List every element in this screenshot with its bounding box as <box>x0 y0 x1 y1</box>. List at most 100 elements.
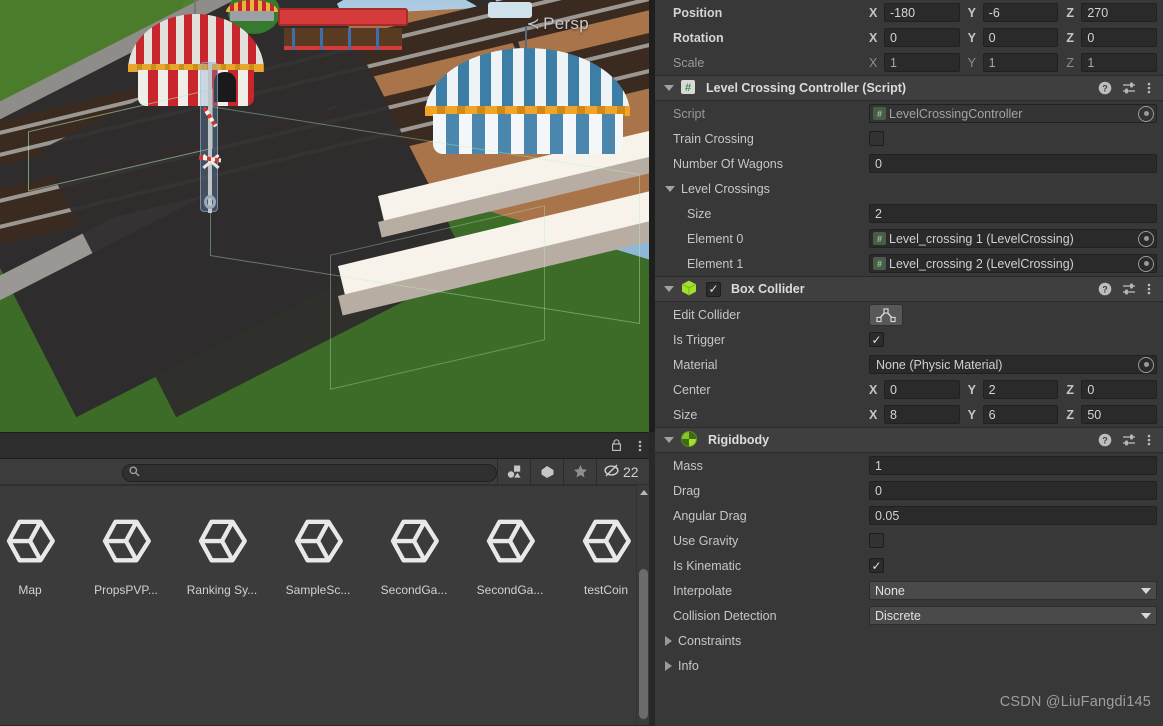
box-collider-component-header[interactable]: ✓ Box Collider? <box>655 276 1163 302</box>
kebab-menu-icon[interactable] <box>1147 282 1151 296</box>
size-z-input[interactable]: 50 <box>1081 405 1158 424</box>
help-icon[interactable]: ? <box>1098 282 1112 296</box>
preset-icon[interactable] <box>1122 81 1137 95</box>
search-input[interactable] <box>122 463 497 482</box>
foldout-info[interactable]: Info <box>655 653 1163 678</box>
axis-label-x: X <box>869 30 878 45</box>
persp-text: Persp <box>543 14 589 33</box>
transform-scale-x-input[interactable]: 1 <box>884 53 960 72</box>
angular-drag-input[interactable]: 0.05 <box>869 506 1157 525</box>
use-gravity-checkbox[interactable] <box>869 533 884 548</box>
transform-position-x-input[interactable]: -180 <box>884 3 960 22</box>
field-row-element-0: Element 0 # Level_crossing 1 (LevelCrossin… <box>655 226 1163 251</box>
chevron-down-icon <box>1141 612 1151 619</box>
scroll-up-arrow-icon[interactable] <box>640 490 648 495</box>
selected-level-crossing-gizmo[interactable] <box>198 62 222 213</box>
scrollbar-thumb[interactable] <box>639 569 648 719</box>
foldout-open-arrow-icon[interactable] <box>665 185 675 192</box>
object-picker-icon[interactable] <box>1138 356 1154 373</box>
center-vector3: X0Y2Z0 <box>869 380 1158 399</box>
search-field-wrapper <box>122 463 497 482</box>
foldout-closed-arrow-icon[interactable] <box>665 660 672 671</box>
kebab-menu-icon[interactable] <box>633 438 647 454</box>
transform-scale-z-input[interactable]: 1 <box>1081 53 1158 72</box>
field-label: Element 0 <box>687 231 744 246</box>
inspector-panel[interactable]: Position X -180 Y -6 Z 270 Rotation X 0 Y 0 Z 0 Scale X… <box>655 0 1163 726</box>
center-z-input[interactable]: 0 <box>1081 380 1158 399</box>
asset-item[interactable]: PropsPVP... <box>78 495 174 597</box>
is-trigger-checkbox[interactable]: ✓ <box>869 332 884 347</box>
component-foldout-arrow-icon[interactable] <box>664 85 674 91</box>
axis-label-z: Z <box>1066 5 1074 20</box>
foldout-level-crossings[interactable]: Level Crossings <box>655 176 1163 201</box>
label-filter-icon[interactable] <box>530 458 563 485</box>
field-row-train-crossing: Train Crossing <box>655 126 1163 151</box>
field-label: Is Kinematic <box>673 558 742 573</box>
asset-item[interactable]: Map <box>0 495 78 597</box>
asset-thumbnail <box>574 509 638 573</box>
asset-item[interactable]: SecondGa... <box>462 495 558 597</box>
edit-collider-button[interactable] <box>869 303 903 326</box>
foldout-closed-arrow-icon[interactable] <box>665 635 672 646</box>
asset-grid: Map PropsPVP... Ranking Sy... SampleSc... Se… <box>0 495 654 597</box>
asset-item[interactable]: SampleSc... <box>270 495 366 597</box>
hidden-assets-count[interactable]: 22 <box>596 458 647 485</box>
kebab-menu-icon[interactable] <box>1147 433 1151 447</box>
object-picker-icon[interactable] <box>1138 255 1154 272</box>
interpolate-dropdown[interactable]: None <box>869 581 1157 600</box>
asset-item[interactable]: Ranking Sy... <box>174 495 270 597</box>
preset-icon[interactable] <box>1122 282 1137 296</box>
field-row-edit-collider: Edit Collider <box>655 302 1163 327</box>
foldout-label: Info <box>678 658 699 673</box>
chevron-down-icon <box>1141 587 1151 594</box>
rigidbody-component-header[interactable]: Rigidbody? <box>655 427 1163 453</box>
left-column: ≺ Persp 22 Map PropsPVP... Ranking Sy...… <box>0 0 655 726</box>
size-input[interactable]: 2 <box>869 204 1157 223</box>
svg-text:?: ? <box>1102 83 1108 93</box>
foldout-constraints[interactable]: Constraints <box>655 628 1163 653</box>
number-of-wagons-input[interactable]: 0 <box>869 154 1157 173</box>
mass-input[interactable]: 1 <box>869 456 1157 475</box>
transform-rotation-y-input[interactable]: 0 <box>982 28 1059 47</box>
center-y-input[interactable]: 2 <box>982 380 1059 399</box>
transform-rotation-x-input[interactable]: 0 <box>884 28 960 47</box>
train-crossing-checkbox[interactable] <box>869 131 884 146</box>
drag-input[interactable]: 0 <box>869 481 1157 500</box>
script-component-header[interactable]: # Level Crossing Controller (Script)? <box>655 75 1163 101</box>
object-picker-icon[interactable] <box>1138 105 1154 122</box>
object-picker-icon[interactable] <box>1138 230 1154 247</box>
project-vertical-scrollbar[interactable] <box>636 485 649 725</box>
project-separator <box>0 485 649 486</box>
center-x-input[interactable]: 0 <box>884 380 960 399</box>
scene-view[interactable]: ≺ Persp <box>0 0 649 432</box>
asset-label: SecondGa... <box>380 583 448 597</box>
transform-position-z-input[interactable]: 270 <box>1081 3 1158 22</box>
component-foldout-arrow-icon[interactable] <box>664 437 674 443</box>
help-icon[interactable]: ? <box>1098 433 1112 447</box>
scene-camera-mode-label[interactable]: ≺ Persp <box>526 14 589 34</box>
component-enabled-checkbox[interactable]: ✓ <box>706 281 721 297</box>
component-foldout-arrow-icon[interactable] <box>664 286 674 292</box>
help-icon[interactable]: ? <box>1098 81 1112 95</box>
lock-icon[interactable] <box>609 438 623 454</box>
transform-position-y-input[interactable]: -6 <box>982 3 1059 22</box>
inspector-components: # Level Crossing Controller (Script)? Scri… <box>655 75 1163 678</box>
preset-icon[interactable] <box>1122 433 1137 447</box>
project-asset-grid-panel[interactable]: Map PropsPVP... Ranking Sy... SampleSc... Se… <box>0 484 655 725</box>
asset-item[interactable]: SecondGa... <box>366 495 462 597</box>
kebab-menu-icon[interactable] <box>1147 81 1151 95</box>
material-object-field[interactable]: None (Physic Material) <box>869 355 1157 374</box>
size-y-input[interactable]: 6 <box>982 405 1059 424</box>
axis-label-x: X <box>869 382 878 397</box>
script-object-field[interactable]: # LevelCrossingController <box>869 104 1157 123</box>
size-x-input[interactable]: 8 <box>884 405 960 424</box>
collision-detection-dropdown[interactable]: Discrete <box>869 606 1157 625</box>
perspective-back-arrow-icon: ≺ <box>526 16 541 33</box>
is-kinematic-checkbox[interactable]: ✓ <box>869 558 884 573</box>
transform-rotation-z-input[interactable]: 0 <box>1081 28 1158 47</box>
element-0-object-field[interactable]: # Level_crossing 1 (LevelCrossing) <box>869 229 1157 248</box>
favorite-filter-icon[interactable] <box>563 458 596 485</box>
element-1-object-field[interactable]: # Level_crossing 2 (LevelCrossing) <box>869 254 1157 273</box>
asset-type-filter-icon[interactable] <box>497 458 530 485</box>
transform-scale-y-input[interactable]: 1 <box>982 53 1059 72</box>
